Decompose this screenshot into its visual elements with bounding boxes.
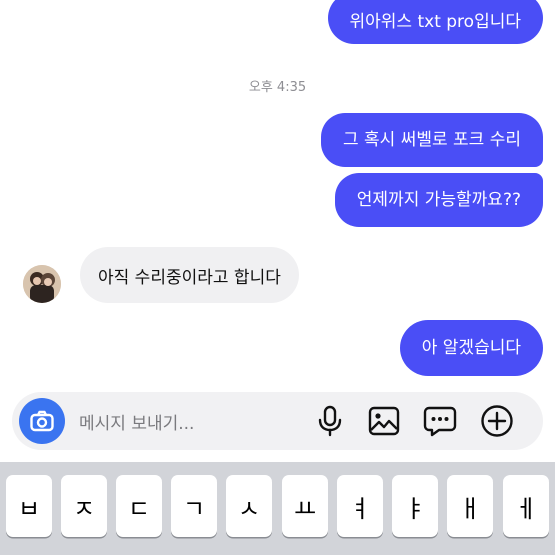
message-timestamp: 오후 4:35 bbox=[248, 80, 307, 95]
microphone-button[interactable] bbox=[312, 403, 348, 439]
key[interactable]: ㅂ bbox=[6, 475, 52, 537]
camera-icon bbox=[30, 410, 54, 432]
sticker-button[interactable] bbox=[422, 403, 458, 439]
key[interactable]: ㅅ bbox=[226, 475, 272, 537]
outgoing-message[interactable]: 아 알겠습니다 bbox=[399, 320, 543, 376]
plus-icon bbox=[481, 405, 513, 437]
keyboard: ㅂ ㅈ ㄷ ㄱ ㅅ ㅛ ㅕ ㅑ ㅐ ㅔ bbox=[0, 462, 555, 555]
microphone-icon bbox=[318, 405, 342, 437]
key[interactable]: ㅈ bbox=[61, 475, 107, 537]
message-input[interactable]: 메시지 보내기... bbox=[79, 392, 194, 450]
camera-button[interactable] bbox=[19, 398, 65, 444]
sticker-icon bbox=[423, 406, 457, 437]
incoming-message[interactable]: 아직 수리중이라고 합니다 bbox=[80, 247, 299, 303]
avatar-photo bbox=[23, 265, 61, 303]
key[interactable]: ㅑ bbox=[392, 475, 438, 537]
key[interactable]: ㅔ bbox=[503, 475, 549, 537]
message-composer: 메시지 보내기... bbox=[12, 392, 543, 450]
key[interactable]: ㅕ bbox=[337, 475, 383, 537]
image-icon bbox=[368, 406, 400, 436]
key[interactable]: ㄱ bbox=[171, 475, 217, 537]
chat-thread: 위아위스 txt pro입니다 오후 4:35 그 혹시 써벨로 포크 수리 언… bbox=[0, 0, 555, 390]
key[interactable]: ㅛ bbox=[282, 475, 328, 537]
key[interactable]: ㄷ bbox=[116, 475, 162, 537]
outgoing-message[interactable]: 언제까지 가능할까요?? bbox=[334, 173, 543, 227]
add-button[interactable] bbox=[479, 403, 515, 439]
avatar[interactable] bbox=[23, 265, 61, 303]
key[interactable]: ㅐ bbox=[447, 475, 493, 537]
outgoing-message[interactable]: 그 혹시 써벨로 포크 수리 bbox=[320, 113, 543, 167]
gallery-button[interactable] bbox=[366, 403, 402, 439]
outgoing-message[interactable]: 위아위스 txt pro입니다 bbox=[327, 0, 543, 44]
